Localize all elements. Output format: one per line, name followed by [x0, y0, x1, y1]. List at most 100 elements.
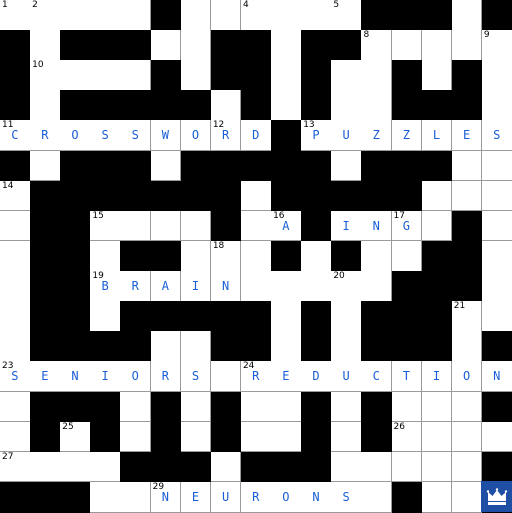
grid-cell[interactable] — [271, 331, 302, 362]
grid-cell[interactable] — [331, 451, 362, 483]
grid-cell[interactable]: U — [210, 481, 242, 513]
grid-cell[interactable]: I — [90, 361, 121, 393]
grid-cell[interactable] — [60, 0, 91, 31]
grid-cell[interactable] — [421, 481, 453, 513]
grid-cell[interactable] — [481, 150, 512, 182]
grid-cell[interactable] — [210, 361, 242, 393]
grid-cell[interactable] — [301, 240, 332, 272]
grid-cell[interactable]: 20 — [331, 271, 362, 302]
grid-cell[interactable]: S — [90, 120, 121, 152]
grid-cell[interactable] — [180, 0, 212, 31]
grid-cell[interactable]: E — [451, 120, 483, 152]
grid-cell[interactable] — [421, 391, 453, 423]
grid-cell[interactable]: W — [150, 120, 182, 152]
grid-cell[interactable]: U — [331, 120, 362, 152]
grid-cell[interactable] — [120, 0, 152, 31]
grid-cell[interactable] — [481, 210, 512, 242]
grid-cell[interactable] — [331, 301, 362, 332]
grid-cell[interactable]: A — [150, 271, 182, 302]
grid-cell[interactable] — [271, 421, 302, 453]
grid-cell[interactable] — [271, 0, 302, 31]
grid-cell[interactable] — [301, 0, 332, 31]
grid-cell[interactable]: D — [240, 120, 272, 152]
grid-cell[interactable] — [180, 210, 212, 242]
grid-cell[interactable] — [150, 150, 182, 182]
grid-cell[interactable]: 4 — [240, 0, 272, 31]
grid-cell[interactable] — [451, 150, 483, 182]
grid-cell[interactable] — [451, 0, 483, 31]
grid-cell[interactable] — [0, 331, 31, 362]
grid-cell[interactable] — [120, 481, 152, 513]
grid-cell[interactable] — [361, 451, 393, 483]
grid-cell[interactable] — [90, 60, 121, 91]
grid-cell[interactable] — [150, 331, 182, 362]
grid-cell[interactable]: 17 G — [391, 210, 423, 242]
grid-cell[interactable] — [481, 421, 512, 453]
grid-cell[interactable]: Z — [391, 120, 423, 152]
grid-cell[interactable]: I — [421, 361, 453, 393]
grid-cell[interactable]: S — [481, 120, 512, 152]
grid-cell[interactable] — [240, 180, 272, 212]
grid-cell[interactable] — [60, 451, 91, 483]
grid-cell[interactable] — [180, 391, 212, 423]
grid-cell[interactable] — [210, 0, 242, 31]
grid-cell[interactable] — [271, 271, 302, 302]
grid-cell[interactable] — [421, 30, 453, 61]
grid-cell[interactable]: R — [30, 120, 61, 152]
grid-cell[interactable]: N — [210, 271, 242, 302]
grid-cell[interactable] — [421, 180, 453, 212]
grid-cell[interactable]: 10 — [30, 60, 61, 91]
grid-cell[interactable]: N — [361, 210, 393, 242]
grid-cell[interactable] — [271, 90, 302, 121]
grid-cell[interactable] — [361, 481, 393, 513]
grid-cell[interactable] — [60, 60, 91, 91]
grid-cell[interactable]: R — [120, 271, 152, 302]
grid-cell[interactable]: E — [30, 361, 61, 393]
grid-cell[interactable] — [481, 90, 512, 121]
grid-cell[interactable]: O — [180, 120, 212, 152]
grid-cell[interactable]: N — [301, 481, 332, 513]
grid-cell[interactable]: O — [60, 120, 91, 152]
grid-cell[interactable] — [90, 301, 121, 332]
grid-cell[interactable]: L — [421, 120, 453, 152]
grid-cell[interactable] — [0, 210, 31, 242]
grid-cell[interactable]: D — [301, 361, 332, 393]
grid-cell[interactable] — [240, 421, 272, 453]
grid-cell[interactable] — [180, 331, 212, 362]
grid-cell[interactable] — [451, 451, 483, 483]
grid-cell[interactable] — [481, 271, 512, 302]
grid-cell[interactable]: S — [120, 120, 152, 152]
grid-cell[interactable]: 12 R — [210, 120, 242, 152]
grid-cell[interactable]: 25 — [60, 421, 91, 453]
grid-cell[interactable]: 5 — [331, 0, 362, 31]
grid-cell[interactable] — [0, 271, 31, 302]
grid-cell[interactable]: 8 — [361, 30, 393, 61]
grid-cell[interactable] — [361, 60, 393, 91]
grid-cell[interactable] — [361, 240, 393, 272]
grid-cell[interactable] — [30, 90, 61, 121]
grid-cell[interactable]: E — [271, 361, 302, 393]
grid-cell[interactable]: N — [60, 361, 91, 393]
grid-cell[interactable] — [391, 451, 423, 483]
grid-cell[interactable]: 1 — [0, 0, 31, 31]
grid-cell[interactable] — [240, 391, 272, 423]
grid-cell[interactable]: O — [120, 361, 152, 393]
grid-cell[interactable] — [90, 240, 121, 272]
grid-cell[interactable] — [120, 391, 152, 423]
grid-cell[interactable] — [90, 0, 121, 31]
grid-cell[interactable]: 14 — [0, 180, 31, 212]
grid-cell[interactable] — [451, 481, 483, 513]
grid-cell[interactable] — [240, 240, 272, 272]
grid-cell[interactable] — [451, 30, 483, 61]
grid-cell[interactable]: 29 N — [150, 481, 182, 513]
grid-cell[interactable] — [90, 451, 121, 483]
grid-cell[interactable]: 16 A — [271, 210, 302, 242]
grid-cell[interactable]: O — [451, 361, 483, 393]
grid-cell[interactable] — [210, 451, 242, 483]
grid-cell[interactable]: U — [331, 361, 362, 393]
grid-cell[interactable] — [180, 60, 212, 91]
grid-cell[interactable]: N — [481, 361, 512, 393]
grid-cell[interactable]: I — [180, 271, 212, 302]
grid-cell[interactable]: R — [240, 481, 272, 513]
grid-cell[interactable]: 11 C — [0, 120, 31, 152]
